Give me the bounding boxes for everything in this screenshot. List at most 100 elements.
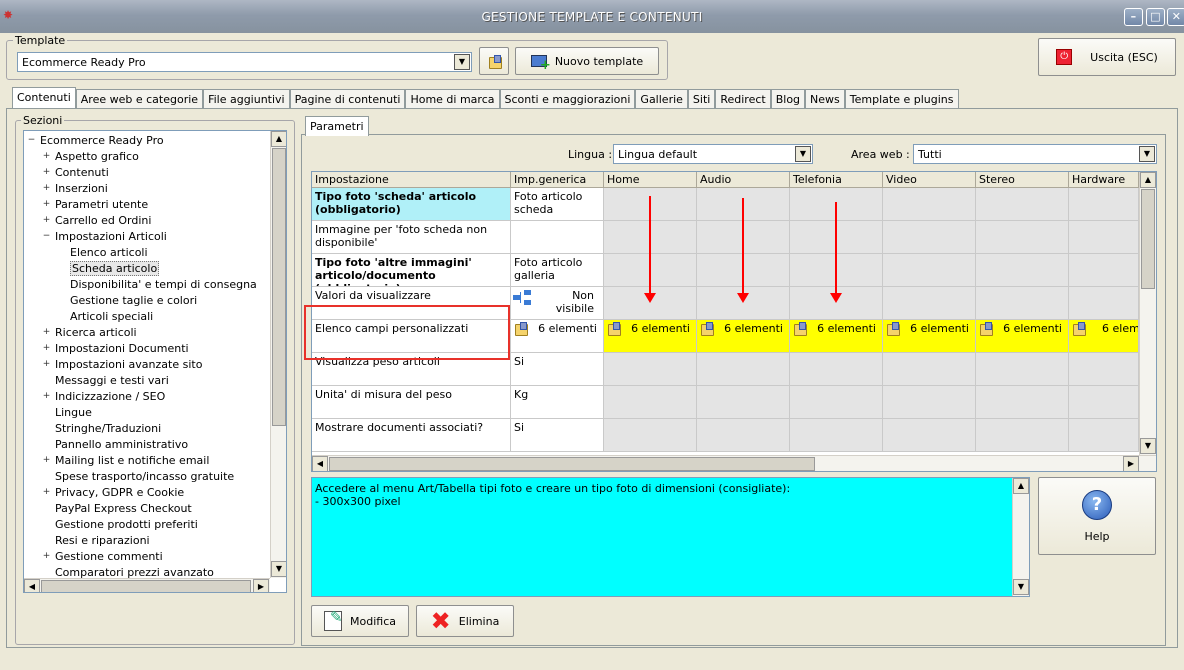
- grid-area-value[interactable]: [790, 386, 883, 419]
- expand-icon[interactable]: +: [42, 344, 51, 353]
- new-template-button[interactable]: + Nuovo template: [515, 47, 659, 75]
- grid-area-value[interactable]: [604, 353, 697, 386]
- tree-item[interactable]: Parametri utente: [55, 197, 148, 213]
- tree-item[interactable]: Spese trasporto/incasso gratuite: [55, 469, 234, 485]
- tab-blog[interactable]: Blog: [770, 89, 806, 109]
- scroll-up-icon[interactable]: ▲: [1140, 172, 1156, 188]
- tree-item[interactable]: Impostazioni Articoli: [55, 229, 167, 245]
- tree-item[interactable]: Gestione taglie e colori: [70, 293, 197, 309]
- tree-hscrollbar[interactable]: ◀ ▶: [24, 578, 270, 592]
- grid-area-value[interactable]: [697, 386, 790, 419]
- grid-area-value[interactable]: [883, 287, 976, 320]
- tree-item[interactable]: Gestione prodotti preferiti: [55, 517, 198, 533]
- grid-header[interactable]: Video: [883, 172, 976, 188]
- grid-area-value[interactable]: [883, 221, 976, 254]
- grid-generic-value[interactable]: Non visibile: [511, 287, 604, 320]
- grid-area-value[interactable]: [1069, 353, 1139, 386]
- grid-scroll-thumb[interactable]: [1141, 189, 1155, 289]
- grid-area-value[interactable]: [883, 386, 976, 419]
- tree-item[interactable]: Contenuti: [55, 165, 109, 181]
- area-web-select[interactable]: Tutti ▼: [913, 144, 1157, 164]
- sections-tree[interactable]: Ecommerce Ready Pro − Aspetto grafico + Cont…: [23, 130, 287, 593]
- grid-header[interactable]: Imp.generica: [511, 172, 604, 188]
- expand-icon[interactable]: +: [42, 552, 51, 561]
- grid-area-value[interactable]: [976, 254, 1069, 287]
- grid-area-value[interactable]: [883, 353, 976, 386]
- tab-file-aggiuntivi[interactable]: File aggiuntivi: [203, 89, 290, 109]
- expand-icon[interactable]: +: [42, 456, 51, 465]
- minimize-button[interactable]: –: [1124, 8, 1143, 26]
- grid-area-value[interactable]: [1069, 419, 1139, 452]
- grid-setting-name[interactable]: Tipo foto 'scheda' articolo (obbligatori…: [312, 188, 511, 221]
- language-select[interactable]: Lingua default ▼: [613, 144, 813, 164]
- grid-area-value[interactable]: [976, 287, 1069, 320]
- tree-scroll-thumb[interactable]: [272, 148, 286, 426]
- expand-icon[interactable]: +: [42, 328, 51, 337]
- grid-setting-name[interactable]: Immagine per 'foto scheda non disponibil…: [312, 221, 511, 254]
- exit-button[interactable]: ⏻ Uscita (ESC): [1038, 38, 1176, 76]
- tree-item[interactable]: PayPal Express Checkout: [55, 501, 192, 517]
- grid-generic-value[interactable]: Foto articolo galleria: [511, 254, 604, 287]
- chevron-down-icon[interactable]: ▼: [795, 146, 811, 162]
- help-button[interactable]: ? Help: [1038, 477, 1156, 555]
- chevron-down-icon[interactable]: ▼: [1139, 146, 1155, 162]
- tab-home-marca[interactable]: Home di marca: [405, 89, 500, 109]
- grid-header[interactable]: Audio: [697, 172, 790, 188]
- grid-area-value[interactable]: 6 eleme: [1069, 320, 1139, 353]
- grid-area-value[interactable]: [1069, 188, 1139, 221]
- scroll-left-icon[interactable]: ◀: [24, 579, 40, 592]
- grid-hscrollbar[interactable]: ◀ ▶: [312, 455, 1156, 471]
- grid-area-value[interactable]: [1069, 254, 1139, 287]
- tree-item[interactable]: Impostazioni Documenti: [55, 341, 189, 357]
- scroll-down-icon[interactable]: ▼: [1140, 438, 1156, 454]
- expand-icon[interactable]: +: [42, 168, 51, 177]
- scroll-up-icon[interactable]: ▲: [1013, 478, 1029, 494]
- tab-news[interactable]: News: [805, 89, 845, 109]
- tree-item[interactable]: Ricerca articoli: [55, 325, 137, 341]
- expand-icon[interactable]: +: [42, 184, 51, 193]
- grid-generic-value[interactable]: Si: [511, 419, 604, 452]
- grid-header[interactable]: Home: [604, 172, 697, 188]
- scroll-right-icon[interactable]: ▶: [253, 579, 269, 592]
- grid-area-value[interactable]: [976, 386, 1069, 419]
- grid-area-value[interactable]: [883, 254, 976, 287]
- open-folder-button[interactable]: [479, 47, 509, 75]
- grid-area-value[interactable]: 6 elementi: [697, 320, 790, 353]
- grid-setting-name[interactable]: Mostrare documenti associati?: [312, 419, 511, 452]
- grid-area-value[interactable]: 6 elementi: [604, 320, 697, 353]
- tree-item[interactable]: Gestione commenti: [55, 549, 163, 565]
- grid-area-value[interactable]: [697, 353, 790, 386]
- scroll-left-icon[interactable]: ◀: [312, 456, 328, 471]
- maximize-button[interactable]: □: [1146, 8, 1165, 26]
- tree-item[interactable]: Lingue: [55, 405, 92, 421]
- tree-item[interactable]: Mailing list e notifiche email: [55, 453, 209, 469]
- tree-item[interactable]: Elenco articoli: [70, 245, 148, 261]
- grid-area-value[interactable]: [1069, 221, 1139, 254]
- grid-generic-value[interactable]: Foto articolo scheda: [511, 188, 604, 221]
- scroll-up-icon[interactable]: ▲: [271, 131, 286, 147]
- scroll-down-icon[interactable]: ▼: [1013, 579, 1029, 595]
- grid-header[interactable]: Impostazione: [312, 172, 511, 188]
- elimina-button[interactable]: ✖ Elimina: [416, 605, 514, 637]
- grid-area-value[interactable]: 6 elementi: [790, 320, 883, 353]
- tree-item[interactable]: Aspetto grafico: [55, 149, 139, 165]
- tab-siti[interactable]: Siti: [687, 89, 716, 109]
- chevron-down-icon[interactable]: ▼: [454, 54, 470, 70]
- grid-area-value[interactable]: [790, 353, 883, 386]
- grid-area-value[interactable]: [790, 419, 883, 452]
- grid-generic-value[interactable]: Kg: [511, 386, 604, 419]
- tree-item[interactable]: Articoli speciali: [70, 309, 153, 325]
- grid-area-value[interactable]: [976, 188, 1069, 221]
- tree-item[interactable]: Scheda articolo: [70, 261, 160, 277]
- grid-setting-name[interactable]: Unita' di misura del peso: [312, 386, 511, 419]
- grid-generic-value[interactable]: Si: [511, 353, 604, 386]
- tab-parametri[interactable]: Parametri: [305, 116, 369, 136]
- grid-generic-value[interactable]: [511, 221, 604, 254]
- grid-area-value[interactable]: [976, 419, 1069, 452]
- grid-generic-value[interactable]: 6 elementi: [511, 320, 604, 353]
- tree-item[interactable]: Impostazioni avanzate sito: [55, 357, 202, 373]
- tab-template-plugins[interactable]: Template e plugins: [844, 89, 959, 109]
- tree-item[interactable]: Stringhe/Traduzioni: [55, 421, 161, 437]
- grid-area-value[interactable]: 6 elementi: [976, 320, 1069, 353]
- collapse-icon[interactable]: −: [27, 136, 36, 145]
